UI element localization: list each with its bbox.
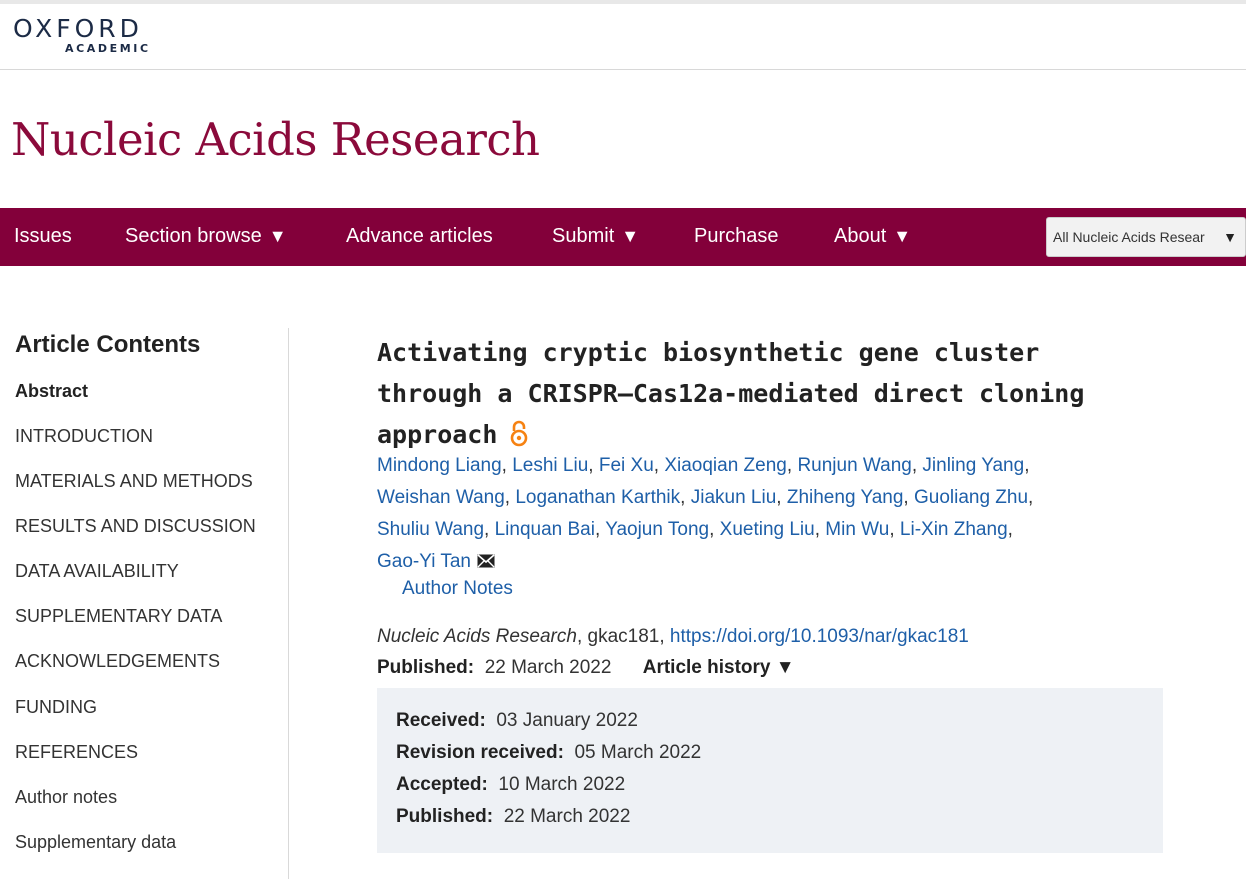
author-link[interactable]: Linquan Bai [495, 519, 595, 540]
toc-item-author-notes[interactable]: Author notes [15, 787, 117, 808]
search-scope-select[interactable]: All Nucleic Acids Resear ▼ [1046, 217, 1246, 257]
author-link[interactable]: Yaojun Tong [605, 519, 709, 540]
history-row: Published: 22 March 2022 [396, 806, 630, 828]
history-label: Accepted: [396, 774, 488, 795]
sidebar-title: Article Contents [15, 331, 201, 358]
toc-item-abstract[interactable]: Abstract [15, 381, 88, 402]
toc-item-data-availability[interactable]: DATA AVAILABILITY [15, 561, 179, 582]
author-line: Weishan Wang, Loganathan Karthik, Jiakun… [377, 487, 1034, 508]
citation-article-id: gkac181 [587, 626, 660, 647]
history-label: Received: [396, 710, 486, 731]
author-line: Shuliu Wang, Linquan Bai, Yaojun Tong, X… [377, 519, 1013, 540]
published-row: Published: 22 March 2022 Article history… [377, 657, 795, 679]
article-contents-sidebar: Article Contents Abstract INTRODUCTION M… [0, 328, 289, 879]
history-toggle-label: Article history [642, 657, 771, 678]
author-link[interactable]: Li-Xin Zhang [900, 519, 1008, 540]
nav-submit[interactable]: Submit ▼ [552, 208, 639, 266]
citation-separator: , [576, 626, 588, 647]
nav-purchase[interactable]: Purchase [694, 208, 779, 266]
author-link[interactable]: Mindong Liang [377, 455, 502, 476]
citation-line: Nucleic Acids Research, gkac181, https:/… [377, 626, 969, 648]
toc-item-results-and-discussion[interactable]: RESULTS AND DISCUSSION [15, 516, 256, 537]
author-list: Mindong Liang, Leshi Liu, Fei Xu, Xiaoqi… [377, 450, 1137, 579]
nav-advance-articles[interactable]: Advance articles [346, 208, 493, 266]
caret-down-icon: ▼ [1223, 229, 1237, 245]
envelope-icon[interactable] [477, 547, 495, 579]
toc-item-supplementary-data[interactable]: SUPPLEMENTARY DATA [15, 606, 222, 627]
nav-issues[interactable]: Issues [14, 208, 72, 266]
history-row: Received: 03 January 2022 [396, 710, 638, 732]
author-link[interactable]: Min Wu [825, 519, 889, 540]
nav-section-browse[interactable]: Section browse ▼ [125, 208, 287, 266]
author-link[interactable]: Weishan Wang [377, 487, 505, 508]
citation-separator: , [659, 626, 670, 647]
toc-item-funding[interactable]: FUNDING [15, 697, 97, 718]
article-history-panel: Received: 03 January 2022 Revision recei… [377, 688, 1163, 853]
caret-down-icon: ▼ [621, 226, 640, 246]
published-label: Published: [377, 657, 475, 678]
caret-down-icon: ▼ [268, 226, 287, 246]
article-title-line: through a CRISPR–Cas12a-mediated direct … [377, 379, 1085, 408]
author-link[interactable]: Gao-Yi Tan [377, 551, 471, 572]
author-link[interactable]: Jinling Yang [922, 455, 1024, 476]
nav-label: Issues [14, 225, 72, 247]
article-title: Activating cryptic biosynthetic gene clu… [377, 332, 1167, 459]
author-link[interactable]: Loganathan Karthik [515, 487, 680, 508]
journal-title[interactable]: Nucleic Acids Research [11, 112, 540, 168]
author-link[interactable]: Guoliang Zhu [914, 487, 1028, 508]
toc-item-materials-and-methods[interactable]: MATERIALS AND METHODS [15, 471, 253, 492]
author-link[interactable]: Jiakun Liu [691, 487, 777, 508]
author-link[interactable]: Runjun Wang [797, 455, 911, 476]
author-link[interactable]: Xueting Liu [720, 519, 815, 540]
citation-journal: Nucleic Acids Research [377, 626, 577, 647]
history-date: 05 March 2022 [574, 742, 702, 763]
history-date: 22 March 2022 [503, 806, 631, 827]
caret-down-icon: ▼ [775, 657, 795, 678]
author-link[interactable]: Shuliu Wang [377, 519, 484, 540]
toc-item-introduction[interactable]: INTRODUCTION [15, 426, 153, 447]
nav-label: Submit [552, 225, 615, 247]
history-label: Published: [396, 806, 494, 827]
main-navbar: Issues Section browse ▼ Advance articles … [0, 208, 1246, 266]
author-link[interactable]: Fei Xu [599, 455, 654, 476]
author-link[interactable]: Xiaoqian Zeng [664, 455, 787, 476]
toc-item-acknowledgements[interactable]: ACKNOWLEDGEMENTS [15, 651, 220, 672]
article-title-line: Activating cryptic biosynthetic gene clu… [377, 338, 1040, 367]
toc-item-references[interactable]: REFERENCES [15, 742, 138, 763]
nav-about[interactable]: About ▼ [834, 208, 911, 266]
history-date: 03 January 2022 [496, 710, 638, 731]
author-line: Mindong Liang, Leshi Liu, Fei Xu, Xiaoqi… [377, 455, 1030, 476]
nav-label: About [834, 225, 887, 247]
history-date: 10 March 2022 [498, 774, 626, 795]
article-title-line: approach [377, 420, 498, 449]
author-link[interactable]: Zhiheng Yang [787, 487, 904, 508]
nav-label: Section browse [125, 225, 262, 247]
author-notes-link[interactable]: Author Notes [402, 578, 513, 600]
brand-word: OXFORD [13, 14, 143, 43]
site-header: OXFORD ACADEMIC [0, 4, 1246, 70]
oxford-academic-logo[interactable]: OXFORD ACADEMIC [13, 16, 163, 62]
author-line: Gao-Yi Tan [377, 546, 1137, 579]
history-label: Revision received: [396, 742, 564, 763]
toc-item-supplementary-data-file[interactable]: Supplementary data [15, 832, 176, 853]
history-row: Accepted: 10 March 2022 [396, 774, 625, 796]
published-date: 22 March 2022 [484, 657, 612, 678]
brand-sub: ACADEMIC [65, 42, 151, 55]
history-row: Revision received: 05 March 2022 [396, 742, 701, 764]
search-scope-value: All Nucleic Acids Resear [1053, 229, 1205, 245]
nav-label: Purchase [694, 225, 779, 247]
author-link[interactable]: Leshi Liu [512, 455, 588, 476]
caret-down-icon: ▼ [893, 226, 912, 246]
nav-label: Advance articles [346, 225, 493, 247]
doi-link[interactable]: https://doi.org/10.1093/nar/gkac181 [670, 626, 969, 647]
article-history-toggle[interactable]: Article history ▼ [643, 657, 795, 678]
